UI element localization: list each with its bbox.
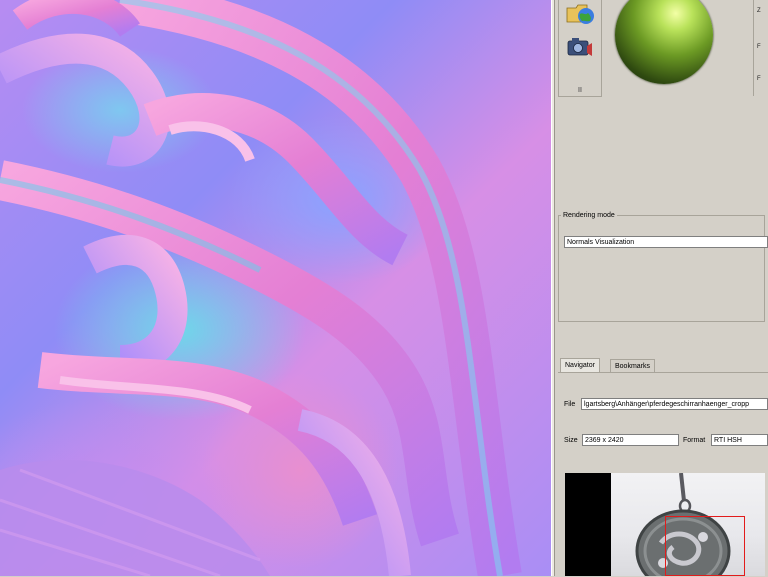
file-path-field[interactable]: lgartsberg\Anhänger\pferdegeschirranhaen… (581, 398, 768, 410)
folder-globe-icon (566, 4, 594, 24)
render-viewport[interactable] (0, 0, 551, 576)
rendering-mode-group: Rendering mode Normals Visualization (558, 212, 768, 322)
option-marker: F (757, 44, 761, 50)
rendering-mode-select[interactable]: Normals Visualization (564, 236, 768, 248)
open-file-button[interactable] (565, 0, 595, 28)
format-field[interactable]: RTI HSH (711, 434, 768, 446)
size-field[interactable]: 2369 x 2420 (582, 434, 679, 446)
camera-icon (567, 38, 592, 56)
snapshot-button[interactable] (565, 32, 595, 60)
navigator-thumbnail[interactable] (565, 473, 765, 576)
option-marker: Z (757, 8, 761, 14)
size-label: Size (564, 437, 578, 444)
tool-strip: II (558, 0, 602, 97)
file-label: File (564, 401, 576, 408)
tab-navigator[interactable]: Navigator (560, 358, 600, 373)
control-panel: II Z F F Rendering mode Normals Visualiz… (555, 0, 768, 576)
light-control[interactable] (603, 0, 751, 96)
tab-bookmarks[interactable]: Bookmarks (610, 359, 656, 373)
format-label: Format (683, 437, 706, 444)
rendering-mode-legend: Rendering mode (563, 212, 615, 219)
option-marker: F (757, 76, 761, 82)
normals-visualization-canvas (0, 0, 522, 576)
light-sphere-icon[interactable] (615, 0, 713, 84)
light-options-panel: Z F F (753, 0, 768, 96)
viewport-selection-rect[interactable] (665, 516, 745, 576)
tool-mode-label: II (578, 87, 582, 94)
